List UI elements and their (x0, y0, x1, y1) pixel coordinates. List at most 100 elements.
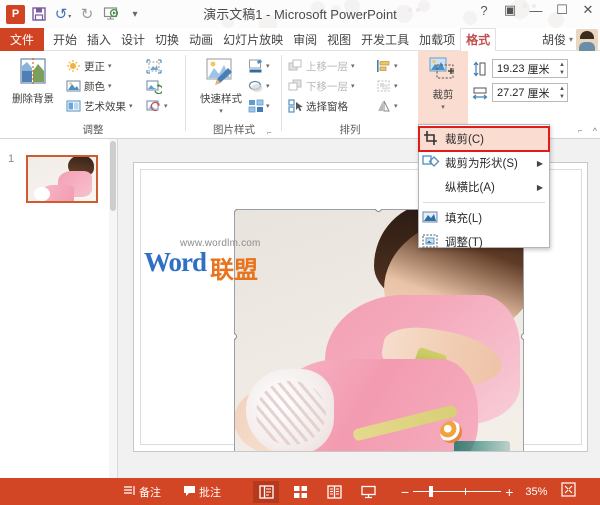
slideshow-view-button[interactable] (355, 481, 381, 503)
normal-view-button[interactable] (253, 480, 279, 503)
artistic-effects-caret-icon[interactable]: ▾ (129, 102, 133, 110)
change-picture-button[interactable] (146, 76, 168, 96)
remove-background-button[interactable]: 删除背景 (6, 57, 60, 106)
zoom-percent[interactable]: 35% (525, 486, 547, 498)
avatar[interactable] (576, 28, 598, 51)
group-button[interactable]: ▾ (376, 76, 398, 96)
quick-styles-button[interactable]: 快速样式 ▾ (194, 57, 248, 115)
bring-forward-label: 上移一层 (306, 60, 348, 73)
color-caret-icon[interactable]: ▾ (108, 82, 112, 90)
shape-height-input[interactable]: 19.23 厘米 ▲ ▼ (492, 59, 568, 78)
picture-styles-dialog-launcher[interactable]: ⌐ (267, 128, 275, 137)
group-caret-icon[interactable]: ▾ (394, 82, 398, 90)
rotate-caret-icon[interactable]: ▾ (394, 102, 398, 110)
zoom-out-button[interactable]: − (401, 484, 409, 500)
slide-thumbnail-1[interactable] (26, 155, 98, 203)
align-caret-icon[interactable]: ▾ (394, 62, 398, 70)
zoom-thumb[interactable] (429, 486, 434, 497)
selection-pane-button[interactable]: 选择窗格 (288, 96, 355, 116)
crop-to-shape-submenu-arrow-icon: ▶ (536, 158, 543, 168)
menu-item-fill[interactable]: 填充(L) (419, 206, 549, 230)
picture-layout-button[interactable]: ▾ (248, 96, 270, 116)
color-button[interactable]: 颜色 ▾ (66, 76, 133, 96)
picture-border-caret-icon[interactable]: ▾ (266, 62, 270, 70)
tab-review[interactable]: 审阅 (288, 28, 322, 51)
thumbnail-scrollbar-thumb[interactable] (110, 141, 116, 211)
tab-transitions[interactable]: 切换 (150, 28, 184, 51)
collapse-ribbon-icon[interactable]: ^ (593, 126, 597, 136)
tab-slideshow[interactable]: 幻灯片放映 (218, 28, 288, 51)
size-dialog-launcher[interactable]: ⌐ (578, 126, 586, 135)
fit-to-window-button[interactable] (561, 481, 577, 502)
zoom-in-button[interactable]: + (505, 484, 513, 500)
shape-width-input[interactable]: 27.27 厘米 ▲ ▼ (492, 83, 568, 102)
corrections-button[interactable]: 更正 ▾ (66, 56, 133, 76)
minimize-button[interactable]: — (528, 3, 544, 18)
help-button[interactable]: ? (476, 3, 492, 18)
menu-item-aspect-ratio[interactable]: 纵横比(A) ▶ (419, 175, 549, 199)
window-controls[interactable]: ? ▣ — ☐ ✕ (476, 2, 596, 18)
send-backward-button[interactable]: 下移一层 ▾ (288, 76, 355, 96)
menu-item-crop-label: 裁剪(C) (445, 134, 484, 146)
tab-format[interactable]: 格式 (460, 27, 497, 52)
shape-height-value: 19.23 (497, 62, 525, 75)
tab-view[interactable]: 视图 (322, 28, 356, 51)
compress-pictures-icon (146, 59, 162, 74)
picture-effects-button[interactable]: ▾ (248, 76, 270, 96)
crop-caret-icon[interactable]: ▾ (441, 103, 445, 111)
notes-button[interactable]: 备注 (123, 484, 161, 500)
picture-effects-caret-icon[interactable]: ▾ (266, 82, 270, 90)
tab-addins[interactable]: 加载项 (414, 28, 460, 51)
menu-item-crop-to-shape[interactable]: 裁剪为形状(S) ▶ (419, 151, 549, 175)
align-button[interactable]: ▾ (376, 56, 398, 76)
menu-item-crop-to-shape-label: 裁剪为形状(S) (445, 158, 518, 170)
group-icon (376, 79, 391, 93)
compress-pictures-button[interactable] (146, 56, 168, 76)
menu-item-crop[interactable]: 裁剪(C) (418, 126, 550, 152)
status-bar: 备注 批注 − + 35% (0, 478, 600, 505)
thumbnail-image (28, 157, 96, 201)
maximize-button[interactable]: ☐ (554, 2, 570, 18)
shape-height-unit: 厘米 (527, 63, 550, 76)
tab-design[interactable]: 设计 (116, 28, 150, 51)
zoom-slider[interactable]: − + (401, 484, 513, 500)
user-account-area[interactable]: 胡俊 ▾ (542, 28, 598, 51)
zoom-track-midpoint (465, 488, 467, 495)
tab-home[interactable]: 开始 (48, 28, 82, 51)
picture-effects-icon (248, 79, 263, 93)
ribbon-group-arrange-label: 排列 (339, 124, 361, 136)
shape-width-stepper[interactable]: ▲ ▼ (559, 85, 565, 101)
user-caret-icon[interactable]: ▾ (569, 35, 573, 44)
close-button[interactable]: ✕ (580, 2, 596, 18)
thumbnail-scrollbar[interactable] (109, 139, 117, 478)
bring-forward-caret-icon[interactable]: ▾ (351, 62, 355, 70)
crop-button[interactable]: 裁剪 ▾ (428, 57, 458, 111)
picture-border-button[interactable]: ▾ (248, 56, 270, 76)
corrections-caret-icon[interactable]: ▾ (108, 62, 112, 70)
tab-insert[interactable]: 插入 (82, 28, 116, 51)
reading-view-button[interactable] (321, 481, 347, 503)
shape-height-stepper[interactable]: ▲ ▼ (559, 61, 565, 77)
send-backward-icon (288, 79, 303, 93)
picture-border-icon (248, 59, 263, 73)
bring-forward-button[interactable]: 上移一层 ▾ (288, 56, 355, 76)
tab-animations[interactable]: 动画 (184, 28, 218, 51)
quick-styles-caret-icon[interactable]: ▾ (219, 107, 223, 115)
tab-developer[interactable]: 开发工具 (356, 28, 414, 51)
ribbon-group-arrange: 上移一层 ▾ 下移一层 ▾ 选择窗格 ▾ ▾ ▾ 排列 (282, 51, 418, 139)
slide-sorter-view-button[interactable] (287, 481, 313, 503)
comments-button[interactable]: 批注 (183, 484, 221, 500)
arrange-align-buttons: ▾ ▾ ▾ (376, 56, 398, 116)
shape-height-icon (472, 61, 488, 77)
handle-middle-right[interactable] (521, 333, 524, 340)
picture-layout-caret-icon[interactable]: ▾ (266, 102, 270, 110)
ribbon-display-options-button[interactable]: ▣ (502, 2, 518, 18)
send-backward-caret-icon[interactable]: ▾ (351, 82, 355, 90)
artistic-effects-button[interactable]: 艺术效果 ▾ (66, 96, 133, 116)
zoom-track[interactable] (413, 486, 502, 497)
reset-picture-button[interactable]: ▾ (146, 96, 168, 116)
rotate-button[interactable]: ▾ (376, 96, 398, 116)
tab-file[interactable]: 文件 (0, 28, 44, 51)
reset-picture-caret-icon[interactable]: ▾ (164, 102, 168, 110)
menu-item-fit[interactable]: 调整(T) (419, 230, 549, 254)
